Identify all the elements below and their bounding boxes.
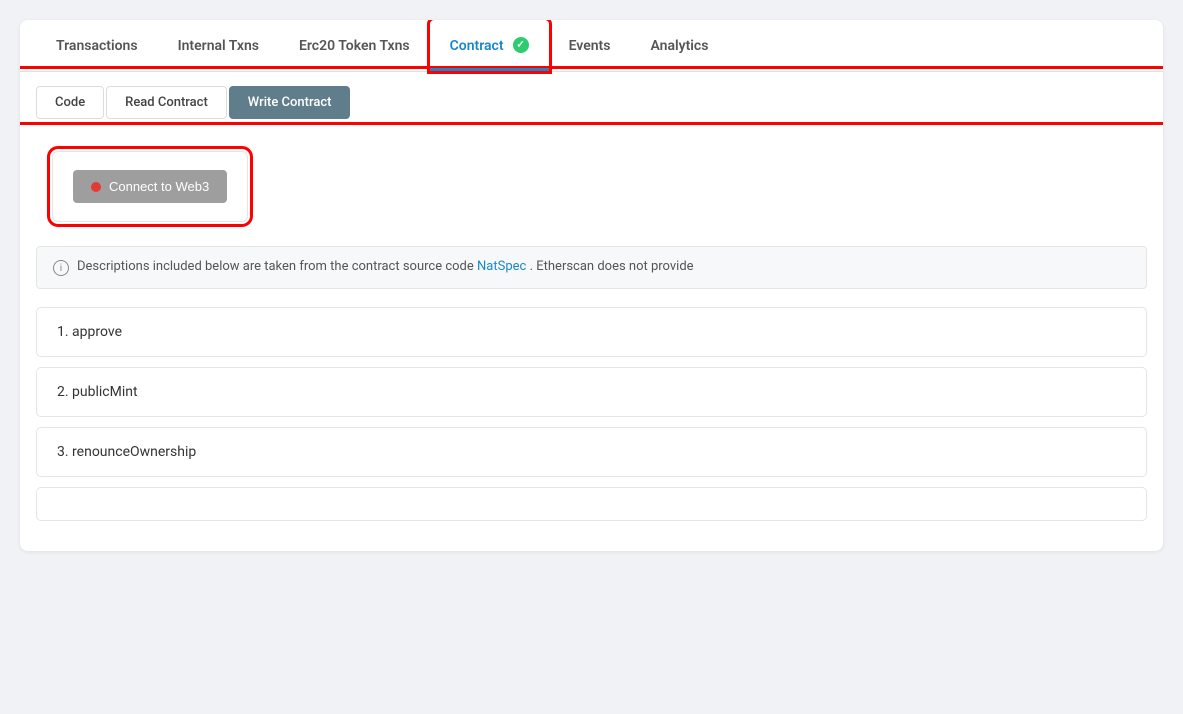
- contract-item-index-2: 2.: [57, 384, 72, 400]
- natspec-link[interactable]: NatSpec: [477, 259, 526, 274]
- connect-section: Connect to Web3: [52, 151, 248, 222]
- sub-tab-code[interactable]: Code: [36, 86, 104, 119]
- contract-item-index-3: 3.: [57, 444, 72, 460]
- contract-item-index-1: 1.: [57, 324, 72, 340]
- tab-contract-label: Contract: [450, 38, 504, 54]
- sub-tab-write-contract[interactable]: Write Contract: [229, 86, 351, 119]
- info-notice: i Descriptions included below are taken …: [36, 246, 1147, 289]
- tab-contract[interactable]: Contract: [430, 20, 549, 71]
- contract-item-renounceownership[interactable]: 3. renounceOwnership: [36, 427, 1147, 477]
- connect-button-label: Connect to Web3: [109, 179, 209, 194]
- tab-transactions[interactable]: Transactions: [36, 20, 158, 71]
- tab-analytics[interactable]: Analytics: [630, 20, 728, 71]
- verified-icon: [513, 37, 529, 53]
- connect-dot-icon: [91, 182, 101, 192]
- sub-tab-read-contract[interactable]: Read Contract: [106, 86, 227, 119]
- sub-tabs-bar: Code Read Contract Write Contract: [20, 72, 1163, 119]
- tab-events[interactable]: Events: [549, 20, 631, 71]
- contract-item-approve[interactable]: 1. approve: [36, 307, 1147, 357]
- tab-erc20-token-txns[interactable]: Erc20 Token Txns: [279, 20, 430, 71]
- tabs-bar: Transactions Internal Txns Erc20 Token T…: [20, 20, 1163, 72]
- info-text: Descriptions included below are taken fr…: [77, 259, 694, 274]
- tab-internal-txns[interactable]: Internal Txns: [158, 20, 279, 71]
- main-container: Transactions Internal Txns Erc20 Token T…: [20, 20, 1163, 551]
- contract-item-publicmint[interactable]: 2. publicMint: [36, 367, 1147, 417]
- contract-item-name-2: publicMint: [72, 384, 138, 400]
- connect-to-web3-button[interactable]: Connect to Web3: [73, 170, 227, 203]
- info-icon: i: [53, 260, 69, 276]
- contract-item-name-3: renounceOwnership: [72, 444, 196, 460]
- contract-items-list: 1. approve 2. publicMint 3. renounceOwne…: [20, 299, 1163, 551]
- contract-item-4[interactable]: [36, 487, 1147, 521]
- contract-item-name-1: approve: [72, 324, 122, 340]
